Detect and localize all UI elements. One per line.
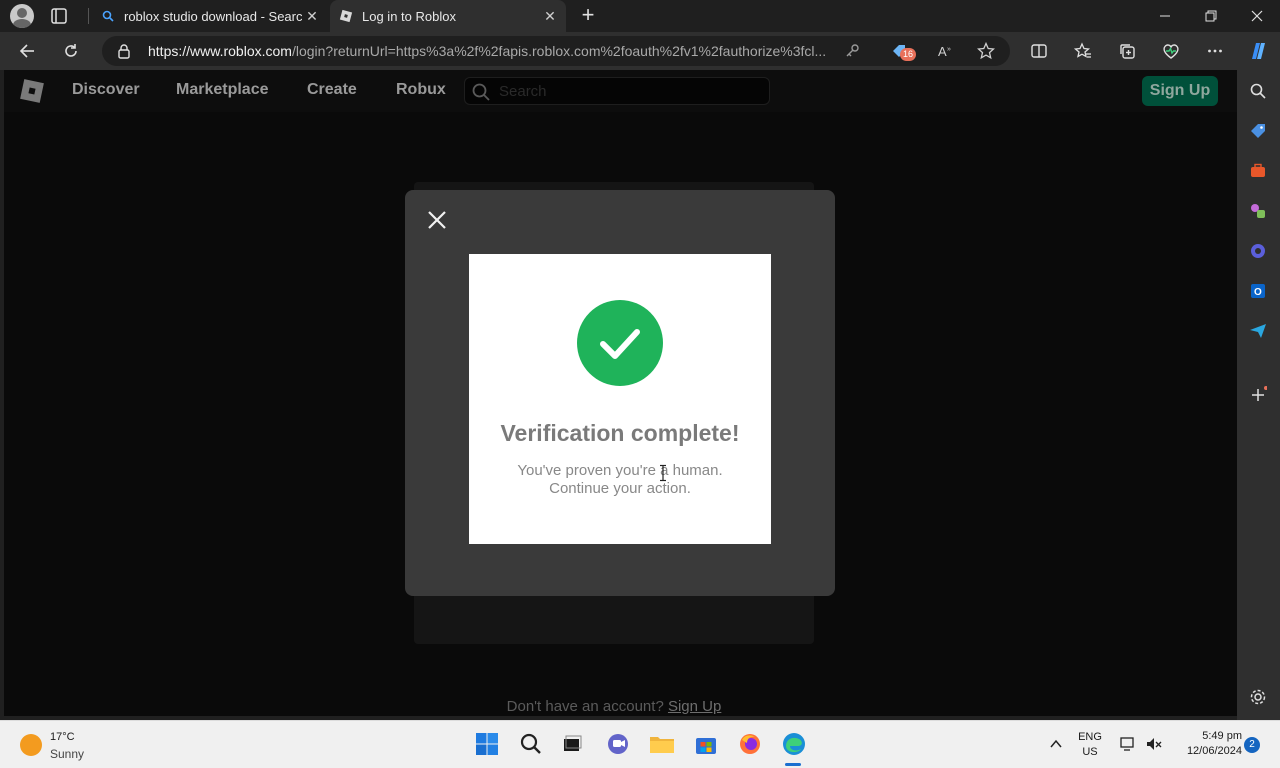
minimize-icon[interactable] — [1142, 0, 1188, 32]
favorites-icon[interactable] — [1068, 36, 1098, 66]
new-tab-icon[interactable]: + — [576, 4, 600, 28]
weather-temp: 17°C — [50, 731, 75, 743]
tools-briefcase-icon[interactable] — [1247, 160, 1269, 182]
task-view-icon[interactable] — [558, 730, 586, 758]
more-menu-icon[interactable] — [1200, 36, 1230, 66]
language-code: ENG — [1078, 731, 1102, 743]
url-text[interactable]: https://www.roblox.com/login?returnUrl=h… — [148, 43, 838, 59]
site-search-input[interactable]: Search — [464, 77, 770, 105]
address-bar[interactable]: https://www.roblox.com/login?returnUrl=h… — [102, 36, 1010, 66]
favorite-star-icon[interactable] — [974, 40, 998, 62]
edge-browser-icon[interactable] — [780, 730, 808, 758]
tab-roblox-login[interactable]: Log in to Roblox ✕ — [330, 0, 566, 32]
outlook-icon[interactable]: O — [1247, 280, 1269, 302]
read-aloud-icon[interactable]: A» — [934, 40, 958, 62]
region-code: US — [1082, 746, 1098, 758]
refresh-icon[interactable] — [56, 36, 86, 66]
start-windows-icon[interactable] — [473, 730, 501, 758]
roblox-login-page: Discover Marketplace Create Robux Search… — [4, 70, 1237, 716]
url-host: https://www.roblox.com — [148, 43, 292, 59]
teams-chat-icon[interactable] — [604, 730, 632, 758]
language-indicator[interactable]: ENG US — [1074, 731, 1106, 758]
firefox-icon[interactable] — [736, 730, 764, 758]
games-icon[interactable] — [1247, 200, 1269, 222]
signup-prompt: Don't have an account? Sign Up — [414, 698, 814, 715]
sun-icon — [20, 734, 42, 756]
roblox-favicon-icon — [338, 8, 354, 24]
settings-gear-icon[interactable] — [1247, 686, 1269, 708]
tab-search[interactable]: roblox studio download - Search ✕ — [92, 0, 328, 32]
tab-separator — [88, 8, 89, 24]
signup-prompt-text: Don't have an account? — [506, 698, 664, 715]
profile-avatar-icon[interactable] — [10, 4, 34, 28]
shopping-tag-icon[interactable] — [1247, 120, 1269, 142]
send-icon[interactable] — [1247, 320, 1269, 342]
verification-message-line2: Continue your action. — [549, 480, 691, 497]
extension-badge: 16 — [900, 48, 916, 61]
network-icon[interactable] — [1114, 730, 1142, 758]
svg-text:O: O — [1254, 287, 1262, 298]
key-icon[interactable] — [840, 40, 864, 62]
svg-text:A: A — [938, 44, 947, 59]
verification-panel: Verification complete! You've proven you… — [469, 254, 771, 544]
clock-time: 5:49 pm — [1202, 730, 1242, 742]
nav-marketplace[interactable]: Marketplace — [176, 81, 269, 99]
collections-icon[interactable] — [1112, 36, 1142, 66]
verification-title: Verification complete! — [500, 420, 740, 446]
clock[interactable]: 5:49 pm 12/06/2024 — [1170, 730, 1242, 757]
weather-widget[interactable]: 17°C Sunny — [18, 731, 138, 761]
clock-date: 12/06/2024 — [1186, 745, 1242, 757]
search-placeholder: Search — [499, 83, 547, 100]
close-icon[interactable] — [425, 208, 449, 232]
back-icon[interactable] — [12, 36, 42, 66]
signup-button[interactable]: Sign Up — [1142, 76, 1218, 106]
copilot-sidebar-icon[interactable] — [1247, 240, 1269, 262]
tab-title: Log in to Roblox — [362, 8, 456, 24]
tab-actions-icon[interactable] — [48, 6, 70, 26]
search-icon — [471, 82, 491, 102]
nav-robux[interactable]: Robux — [396, 81, 446, 99]
weather-condition: Sunny — [50, 747, 85, 761]
browser-tab-bar: roblox studio download - Search ✕ Log in… — [0, 0, 1280, 32]
url-path: /login?returnUrl=https%3a%2f%2fapis.robl… — [291, 43, 827, 59]
split-screen-icon[interactable] — [1024, 36, 1054, 66]
signup-link[interactable]: Sign Up — [668, 698, 721, 715]
notification-badge[interactable]: 2 — [1244, 737, 1260, 753]
file-explorer-icon[interactable] — [648, 730, 676, 758]
extension-tag-icon[interactable]: 16 — [888, 40, 916, 62]
roblox-navbar: Discover Marketplace Create Robux Search… — [4, 70, 1237, 112]
active-app-indicator — [785, 763, 801, 766]
search-icon[interactable] — [1247, 80, 1269, 102]
checkmark-icon — [577, 300, 663, 386]
volume-muted-icon[interactable] — [1140, 730, 1168, 758]
roblox-logo-icon[interactable] — [18, 77, 46, 105]
nav-discover[interactable]: Discover — [72, 81, 140, 99]
taskbar-search-icon[interactable] — [517, 730, 545, 758]
tab-title: roblox studio download - Search — [124, 8, 302, 24]
verification-message-line1: You've proven you're a human. — [517, 462, 723, 479]
restore-icon[interactable] — [1188, 0, 1234, 32]
browser-toolbar: https://www.roblox.com/login?returnUrl=h… — [0, 32, 1280, 70]
edge-sidebar: O — [1237, 70, 1280, 720]
microsoft-store-icon[interactable] — [692, 730, 720, 758]
tab-close-icon[interactable]: ✕ — [540, 6, 560, 26]
add-sidebar-icon[interactable] — [1247, 384, 1269, 406]
search-favicon-icon — [100, 8, 116, 24]
windows-taskbar: 17°C Sunny ENG US 5:49 pm 12/06/2024 2 — [0, 720, 1280, 768]
lock-icon[interactable] — [116, 43, 132, 59]
window-close-icon[interactable] — [1234, 0, 1280, 32]
verification-message: You've proven you're a human. Continue y… — [469, 462, 771, 498]
text-cursor-icon — [659, 464, 667, 482]
browser-essentials-icon[interactable] — [1156, 36, 1186, 66]
copilot-icon[interactable] — [1243, 36, 1273, 66]
svg-text:»: » — [947, 46, 951, 53]
verification-modal: Verification complete! You've proven you… — [405, 190, 835, 596]
nav-create[interactable]: Create — [307, 81, 357, 99]
show-hidden-icons-chevron-up-icon[interactable] — [1042, 730, 1070, 758]
tab-close-icon[interactable]: ✕ — [302, 6, 322, 26]
